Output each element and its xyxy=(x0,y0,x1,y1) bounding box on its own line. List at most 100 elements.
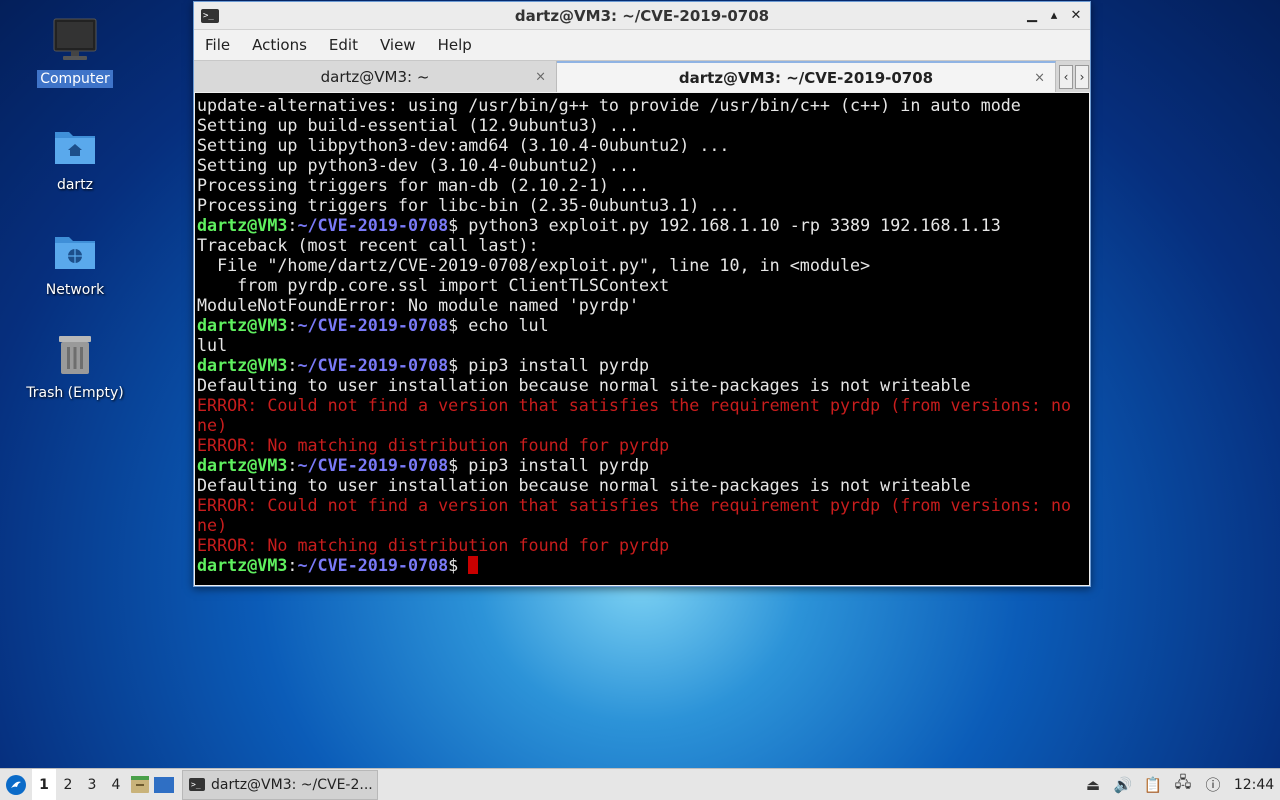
network-status-icon[interactable]: 🖧 xyxy=(1168,772,1198,797)
output-text: Setting up build-essential (12.9ubuntu3)… xyxy=(197,115,640,135)
terminal-output[interactable]: update-alternatives: using /usr/bin/g++ … xyxy=(195,93,1089,585)
error-text: ERROR: No matching distribution found fo… xyxy=(197,435,670,455)
terminal-cursor xyxy=(468,556,479,574)
menubar: File Actions Edit View Help xyxy=(194,30,1090,60)
home-folder-icon xyxy=(51,122,99,170)
terminal-line: Setting up python3-dev (3.10.4-0ubuntu2)… xyxy=(197,155,1087,175)
system-tray: ⏏ 🔊 📋 🖧 ⓘ 12:44 xyxy=(1078,769,1280,800)
terminal-line: ERROR: No matching distribution found fo… xyxy=(197,535,1087,555)
terminal-line: lul xyxy=(197,335,1087,355)
terminal-line: Defaulting to user installation because … xyxy=(197,375,1087,395)
output-text: update-alternatives: using /usr/bin/g++ … xyxy=(197,95,1021,115)
output-text: Processing triggers for libc-bin (2.35-0… xyxy=(197,195,740,215)
terminal-line: ERROR: No matching distribution found fo… xyxy=(197,435,1087,455)
network-folder-icon xyxy=(51,227,99,275)
terminal-line: Defaulting to user installation because … xyxy=(197,475,1087,495)
tab-scroll-right-icon[interactable]: › xyxy=(1075,64,1089,89)
terminal-line: Setting up build-essential (12.9ubuntu3)… xyxy=(197,115,1087,135)
prompt-colon: : xyxy=(287,215,298,235)
file-manager-icon xyxy=(131,775,149,793)
error-text: ERROR: Could not find a version that sat… xyxy=(197,395,1072,415)
taskbar: 1 2 3 4 >_ dartz@VM3: ~/CVE-2... ⏏ 🔊 📋 🖧… xyxy=(0,768,1280,800)
lubuntu-logo-icon xyxy=(6,774,26,795)
workspace-3[interactable]: 3 xyxy=(80,769,104,800)
prompt-user: dartz@VM3 xyxy=(197,555,288,575)
prompt-colon: : xyxy=(287,455,298,475)
command-text: $ pip3 install pyrdp xyxy=(448,355,650,375)
prompt-colon: : xyxy=(287,355,298,375)
prompt-path: ~/CVE-2019-0708 xyxy=(297,355,449,375)
update-notifier-icon[interactable]: ⓘ xyxy=(1198,774,1228,795)
tab-bar: dartz@VM3: ~ × dartz@VM3: ~/CVE-2019-070… xyxy=(194,60,1090,92)
desktop-icon-label: Network xyxy=(45,282,105,298)
workspace-4[interactable]: 4 xyxy=(104,769,128,800)
output-text: Processing triggers for man-db (2.10.2-1… xyxy=(197,175,650,195)
tab-close-icon[interactable]: × xyxy=(1034,70,1045,85)
trash-icon xyxy=(51,330,99,378)
terminal-line: ERROR: Could not find a version that sat… xyxy=(197,495,1087,515)
terminal-line: dartz@VM3:~/CVE-2019-0708$ pip3 install … xyxy=(197,355,1087,375)
eject-icon[interactable]: ⏏ xyxy=(1078,776,1108,794)
file-manager-launcher[interactable] xyxy=(128,769,152,800)
menu-file[interactable]: File xyxy=(194,36,241,54)
desktop-icon-label: dartz xyxy=(56,177,94,193)
prompt-colon: : xyxy=(287,315,298,335)
error-text: ne) xyxy=(197,515,228,535)
terminal-line: dartz@VM3:~/CVE-2019-0708$ echo lul xyxy=(197,315,1087,335)
menu-help[interactable]: Help xyxy=(427,36,483,54)
tab-close-icon[interactable]: × xyxy=(535,69,546,84)
prompt-path: ~/CVE-2019-0708 xyxy=(297,455,449,475)
output-text: Setting up libpython3-dev:amd64 (3.10.4-… xyxy=(197,135,730,155)
error-text: ERROR: No matching distribution found fo… xyxy=(197,535,670,555)
prompt-user: dartz@VM3 xyxy=(197,455,288,475)
desktop-icon-home[interactable]: dartz xyxy=(20,122,130,194)
minimize-icon[interactable]: ▁ xyxy=(1022,6,1042,26)
taskbar-terminal-task[interactable]: >_ dartz@VM3: ~/CVE-2... xyxy=(182,769,378,800)
output-text: Defaulting to user installation because … xyxy=(197,475,971,495)
output-text: Traceback (most recent call last): xyxy=(197,235,539,255)
tab-label: dartz@VM3: ~ xyxy=(320,67,430,86)
terminal-line: Processing triggers for man-db (2.10.2-1… xyxy=(197,175,1087,195)
window-title: dartz@VM3: ~/CVE-2019-0708 xyxy=(514,6,770,25)
terminal-line: File "/home/dartz/CVE-2019-0708/exploit.… xyxy=(197,255,1087,275)
command-text: $ pip3 install pyrdp xyxy=(448,455,650,475)
window-titlebar[interactable]: >_ dartz@VM3: ~/CVE-2019-0708 ▁ ▴ ✕ xyxy=(194,2,1090,30)
output-text: Setting up python3-dev (3.10.4-0ubuntu2)… xyxy=(197,155,640,175)
terminal-app-icon: >_ xyxy=(201,8,219,23)
workspace-2[interactable]: 2 xyxy=(56,769,80,800)
desktop-icon-trash[interactable]: Trash (Empty) xyxy=(20,330,130,402)
menu-view[interactable]: View xyxy=(369,36,427,54)
prompt-path: ~/CVE-2019-0708 xyxy=(297,555,449,575)
desktop-icon-network[interactable]: Network xyxy=(20,227,130,299)
maximize-icon[interactable]: ▴ xyxy=(1044,6,1064,26)
tab-cve[interactable]: dartz@VM3: ~/CVE-2019-0708 × xyxy=(557,61,1056,92)
prompt-user: dartz@VM3 xyxy=(197,355,288,375)
terminal-line: Setting up libpython3-dev:amd64 (3.10.4-… xyxy=(197,135,1087,155)
start-menu-button[interactable] xyxy=(0,769,32,800)
computer-icon xyxy=(51,16,99,64)
output-text: Defaulting to user installation because … xyxy=(197,375,971,395)
workspace-1[interactable]: 1 xyxy=(32,768,56,800)
menu-edit[interactable]: Edit xyxy=(318,36,369,54)
output-text: ModuleNotFoundError: No module named 'py… xyxy=(197,295,640,315)
command-text: $ python3 exploit.py 192.168.1.10 -rp 33… xyxy=(448,215,1001,235)
desktop-icon-label: Trash (Empty) xyxy=(26,385,124,401)
clipboard-icon[interactable]: 📋 xyxy=(1138,776,1168,794)
tab-scroll-left-icon[interactable]: ‹ xyxy=(1059,64,1073,89)
menu-actions[interactable]: Actions xyxy=(241,36,318,54)
terminal-line: dartz@VM3:~/CVE-2019-0708$ python3 explo… xyxy=(197,215,1087,235)
volume-icon[interactable]: 🔊 xyxy=(1108,776,1138,794)
error-text: ne) xyxy=(197,415,228,435)
output-text: File "/home/dartz/CVE-2019-0708/exploit.… xyxy=(197,255,871,275)
terminal-line: dartz@VM3:~/CVE-2019-0708$ pip3 install … xyxy=(197,455,1087,475)
terminal-line: Traceback (most recent call last): xyxy=(197,235,1087,255)
terminal-line: ERROR: Could not find a version that sat… xyxy=(197,395,1087,415)
prompt-user: dartz@VM3 xyxy=(197,315,288,335)
close-icon[interactable]: ✕ xyxy=(1066,6,1086,26)
show-desktop-button[interactable] xyxy=(152,769,176,800)
tab-home[interactable]: dartz@VM3: ~ × xyxy=(194,61,557,92)
desktop-icon-computer[interactable]: Computer xyxy=(20,16,130,88)
command-text: $ echo lul xyxy=(448,315,549,335)
clock[interactable]: 12:44 xyxy=(1228,777,1280,793)
terminal-line: update-alternatives: using /usr/bin/g++ … xyxy=(197,95,1087,115)
